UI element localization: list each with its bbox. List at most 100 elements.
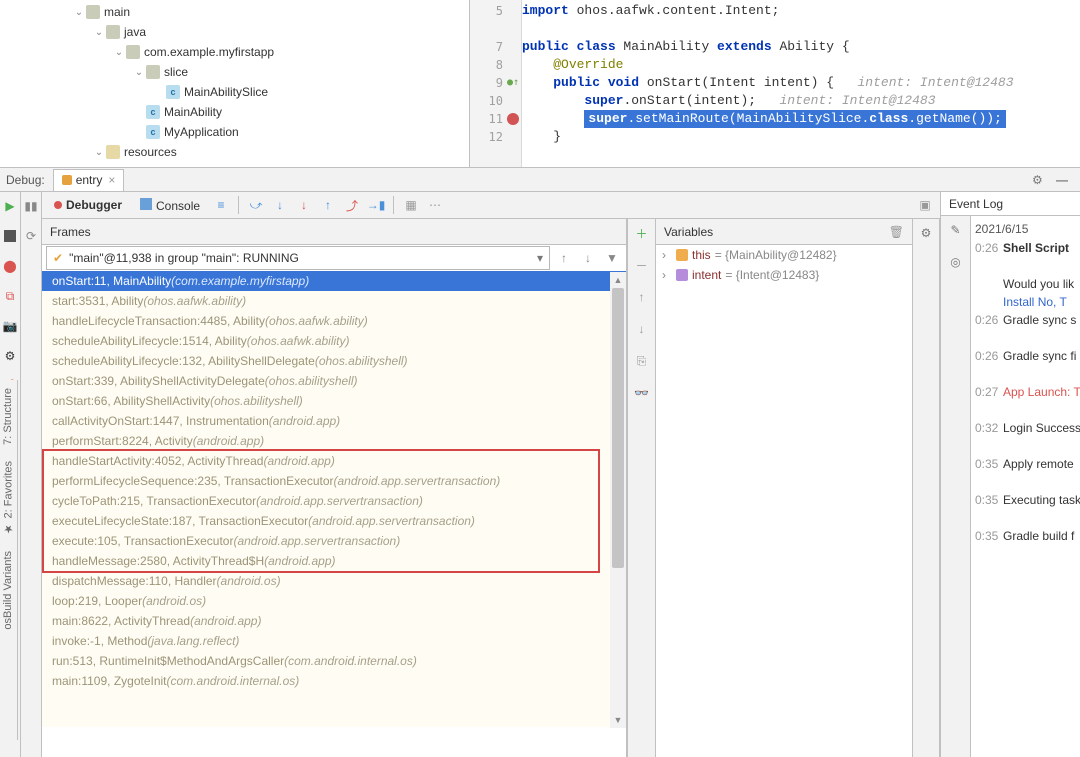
remove-watch-button[interactable]: － (634, 257, 650, 273)
stack-frame-row[interactable]: start:3531, Ability (ohos.aafwk.ability) (42, 291, 626, 311)
tree-item-myapplication[interactable]: cMyApplication (0, 122, 469, 142)
minimize-icon[interactable]: — (1056, 173, 1070, 187)
stack-frame-row[interactable]: loop:219, Looper (android.os) (42, 591, 626, 611)
expand-icon[interactable]: › (662, 268, 672, 282)
var-name: intent (692, 268, 721, 282)
frames-scrollbar[interactable]: ▲ ▼ (610, 272, 626, 728)
stop-button[interactable] (2, 228, 18, 244)
view-breakpoints-button[interactable]: ⧉ (2, 288, 18, 304)
scroll-thumb[interactable] (612, 288, 624, 568)
console-tab[interactable]: Console (136, 196, 204, 215)
rerun-button[interactable]: ▶ (2, 198, 18, 214)
next-frame-button[interactable]: ↓ (578, 248, 598, 268)
frame-package: (android.app) (269, 414, 340, 428)
variables-controls: ＋ － ↑ ↓ ⎘ 👓 (628, 219, 656, 757)
tree-item-mainability[interactable]: cMainAbility (0, 102, 469, 122)
glasses-icon[interactable]: 👓 (634, 385, 650, 401)
copy-button[interactable]: ⎘ (634, 353, 650, 369)
debugger-tab[interactable]: Debugger (50, 196, 126, 214)
stack-frame-row[interactable]: invoke:-1, Method (java.lang.reflect) (42, 631, 626, 651)
console-icon (140, 198, 152, 210)
code-editor[interactable]: 5 789101112 ●↑ import ohos.aafwk.content… (470, 0, 1080, 167)
new-watch-button[interactable]: ＋ (634, 225, 650, 241)
tree-item-main[interactable]: ⌄main (0, 2, 469, 22)
frame-package: (android.os) (142, 594, 206, 608)
event-time: 0:35 (975, 528, 1003, 544)
stack-frame-row[interactable]: execute:105, TransactionExecutor (androi… (42, 531, 626, 551)
step-out-icon[interactable]: ↑ (321, 198, 335, 212)
check-icon[interactable]: ✎ (948, 222, 964, 238)
project-tree[interactable]: ⌄main ⌄java ⌄com.example.myfirstapp ⌄sli… (0, 0, 470, 167)
stack-frame-row[interactable]: dispatchMessage:110, Handler (android.os… (42, 571, 626, 591)
event-text: Apply remote (1003, 456, 1074, 472)
move-up-button[interactable]: ↑ (634, 289, 650, 305)
event-link[interactable]: Install (1003, 295, 1034, 309)
stack-frame-row[interactable]: run:513, RuntimeInit$MethodAndArgsCaller… (42, 651, 626, 671)
drop-frame-icon[interactable]: ⤴ (345, 198, 359, 212)
resume-button[interactable]: ⟳ (23, 228, 39, 244)
scroll-up-icon[interactable]: ▲ (610, 272, 626, 288)
scroll-down-icon[interactable]: ▼ (610, 712, 626, 728)
force-step-into-icon[interactable]: ↓ (297, 198, 311, 212)
settings-button[interactable]: ⚙ (2, 348, 18, 364)
tree-item-package[interactable]: ⌄com.example.myfirstapp (0, 42, 469, 62)
tree-item-java[interactable]: ⌄java (0, 22, 469, 42)
vtab-structure[interactable]: 7: Structure (0, 380, 16, 453)
tree-item-mainabilityslice[interactable]: cMainAbilitySlice (0, 82, 469, 102)
stack-frame-row[interactable]: scheduleAbilityLifecycle:132, AbilityShe… (42, 351, 626, 371)
stack-frames-list[interactable]: onStart:11, MainAbility (com.example.myf… (42, 271, 626, 727)
debug-toolwindow-header: Debug: entry× ⚙ — (0, 168, 1080, 192)
tree-item-resources[interactable]: ⌄resources (0, 142, 469, 162)
pause-button[interactable]: ▮▮ (23, 198, 39, 214)
stack-frame-row[interactable]: cycleToPath:215, TransactionExecutor (an… (42, 491, 626, 511)
vtab-favorites[interactable]: ★ 2: Favorites (0, 453, 17, 543)
camera-button[interactable]: 📷 (2, 318, 18, 334)
tree-item-slice[interactable]: ⌄slice (0, 62, 469, 82)
expand-icon[interactable]: › (662, 248, 672, 262)
variable-row-intent[interactable]: ›intent = {Intent@12483} (656, 265, 912, 285)
gear-icon[interactable]: ⚙ (1032, 173, 1046, 187)
thread-combo[interactable]: ✔"main"@11,938 in group "main": RUNNING▾ (46, 246, 550, 270)
close-icon[interactable]: × (108, 173, 115, 187)
target-icon[interactable]: ◎ (948, 254, 964, 270)
event-link[interactable]: No, T (1038, 295, 1067, 309)
event-log-list[interactable]: 2021/6/15 0:26Shell Script Would you lik… (971, 216, 1080, 757)
run-to-cursor-icon[interactable]: →▮ (369, 198, 383, 212)
stack-frame-row[interactable]: main:1109, ZygoteInit (com.android.inter… (42, 671, 626, 691)
move-down-button[interactable]: ↓ (634, 321, 650, 337)
stack-frame-row[interactable]: main:8622, ActivityThread (android.app) (42, 611, 626, 631)
frame-method: onStart:11, MainAbility (52, 274, 171, 288)
layout-icon[interactable]: ▣ (918, 198, 932, 212)
breakpoint-icon[interactable] (507, 113, 519, 125)
stack-frame-row[interactable]: executeLifecycleState:187, TransactionEx… (42, 511, 626, 531)
prev-frame-button[interactable]: ↑ (554, 248, 574, 268)
stack-frame-row[interactable]: handleMessage:2580, ActivityThread$H (an… (42, 551, 626, 571)
variable-row-this[interactable]: ›this = {MainAbility@12482} (656, 245, 912, 265)
stack-frame-row[interactable]: scheduleAbilityLifecycle:1514, Ability (… (42, 331, 626, 351)
stack-frame-row[interactable]: onStart:11, MainAbility (com.example.myf… (42, 271, 626, 291)
stack-frame-row[interactable]: handleLifecycleTransaction:4485, Ability… (42, 311, 626, 331)
stack-frame-row[interactable]: callActivityOnStart:1447, Instrumentatio… (42, 411, 626, 431)
code-body[interactable]: import ohos.aafwk.content.Intent; public… (522, 0, 1080, 167)
step-into-icon[interactable]: ↓ (273, 198, 287, 212)
mute-breakpoints-button[interactable]: ⬤ (2, 258, 18, 274)
trash-icon[interactable]: 🗑 (889, 225, 904, 239)
stack-frame-row[interactable]: onStart:66, AbilityShellActivity (ohos.a… (42, 391, 626, 411)
stack-frame-row[interactable]: performStart:8224, Activity (android.app… (42, 431, 626, 451)
chevron-down-icon[interactable]: ▾ (537, 251, 543, 265)
frame-method: dispatchMessage:110, Handler (52, 574, 217, 588)
trace-icon[interactable]: ⋯ (428, 198, 442, 212)
frame-method: executeLifecycleState:187, TransactionEx… (52, 514, 308, 528)
frame-package: (ohos.abilityshell) (210, 394, 303, 408)
threads-icon[interactable]: ≡ (214, 198, 228, 212)
evaluate-icon[interactable]: ▦ (404, 198, 418, 212)
frame-package: (com.example.myfirstapp) (171, 274, 309, 288)
step-over-icon[interactable]: ⤻ (249, 198, 263, 212)
filter-button[interactable]: ▼ (602, 248, 622, 268)
settings-gear-icon[interactable]: ⚙ (918, 225, 934, 241)
vtab-build-variants[interactable]: osBuild Variants (0, 543, 16, 638)
stack-frame-row[interactable]: performLifecycleSequence:235, Transactio… (42, 471, 626, 491)
debug-config-tab[interactable]: entry× (53, 169, 125, 191)
stack-frame-row[interactable]: handleStartActivity:4052, ActivityThread… (42, 451, 626, 471)
stack-frame-row[interactable]: onStart:339, AbilityShellActivityDelegat… (42, 371, 626, 391)
